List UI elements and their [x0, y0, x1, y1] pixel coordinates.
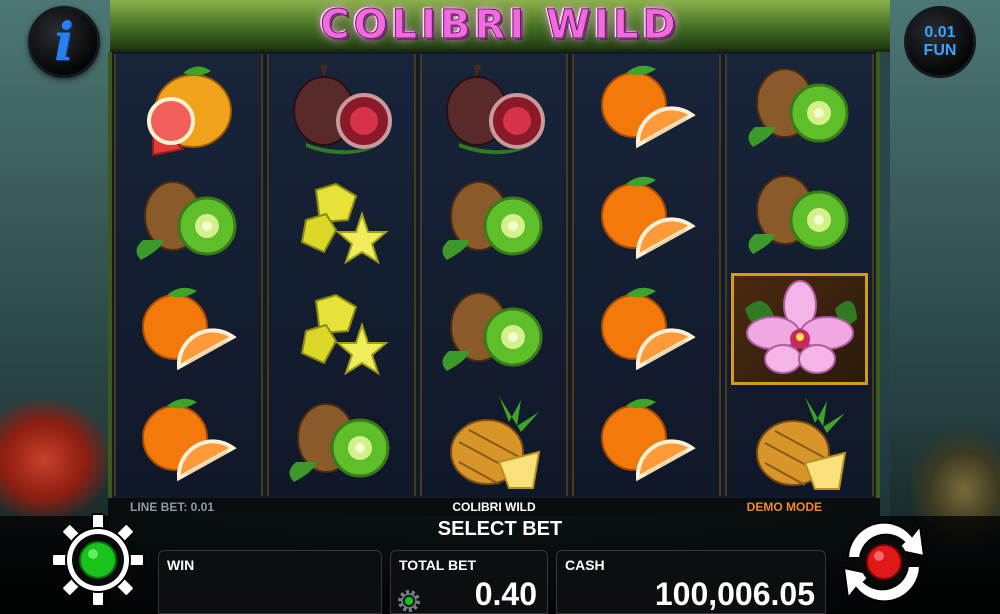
kiwi-icon [442, 291, 543, 371]
spin-button[interactable] [834, 514, 934, 610]
win-label: WIN [167, 557, 195, 573]
game-title: COLIBRI WILD [320, 1, 680, 48]
win-display: WIN [158, 550, 382, 614]
pineapple-icon [755, 397, 846, 491]
symbol-orange [574, 387, 719, 496]
symbol-orange [116, 387, 261, 496]
total-bet-value: 0.40 [474, 576, 537, 612]
symbol-kiwi [727, 162, 872, 268]
cash-value: 100,006.05 [654, 576, 815, 612]
reel-2 [266, 54, 416, 496]
title-banner: COLIBRI WILD [110, 0, 890, 52]
kiwi-icon [136, 180, 237, 260]
symbol-kiwi [422, 165, 567, 274]
kiwi-icon [289, 402, 390, 482]
total-bet-label: TOTAL BET [399, 557, 476, 573]
orange-icon [600, 176, 696, 259]
grapefruit-icon [147, 65, 233, 156]
orange-icon [142, 287, 238, 370]
symbol-fig [269, 54, 414, 163]
symbol-orange [574, 165, 719, 274]
denomination-value: 0.01 [924, 24, 956, 41]
orchid-wild-icon [744, 279, 857, 374]
reel-1 [114, 54, 263, 496]
starfruit-icon [301, 293, 389, 375]
symbol-orange [116, 276, 261, 385]
symbol-orchid-wild [731, 273, 868, 385]
red-flower-decoration [0, 400, 110, 520]
symbol-pineapple [422, 387, 567, 496]
symbol-kiwi [727, 54, 872, 160]
symbol-kiwi [269, 387, 414, 496]
orange-icon [600, 287, 696, 370]
kiwi-icon [442, 180, 543, 260]
symbol-starfruit [269, 276, 414, 385]
symbol-pineapple [727, 391, 872, 497]
symbol-starfruit [269, 165, 414, 274]
reel-4 [572, 54, 722, 496]
symbol-kiwi [116, 165, 261, 274]
cash-label: CASH [565, 557, 605, 573]
reels-area [108, 52, 880, 498]
symbol-kiwi [422, 276, 567, 385]
orange-icon [142, 398, 238, 481]
settings-gear-icon[interactable] [50, 512, 146, 608]
symbol-fig [422, 54, 567, 163]
cash-display: CASH 100,006.05 [556, 550, 826, 614]
fig-icon [293, 64, 393, 154]
orange-icon [600, 65, 696, 148]
symbol-orange [574, 276, 719, 385]
bet-gear-icon[interactable] [396, 588, 422, 614]
info-strip: LINE BET: 0.01 COLIBRI WILD DEMO MODE [108, 498, 880, 516]
kiwi-icon [748, 175, 849, 255]
denomination-currency: FUN [923, 42, 957, 59]
info-icon: i [54, 11, 74, 73]
pineapple-icon [449, 395, 541, 489]
info-button[interactable]: i [28, 6, 100, 78]
demo-mode-text: DEMO MODE [746, 500, 822, 514]
denomination-button[interactable]: 0.01 FUN [904, 6, 976, 78]
orange-icon [600, 398, 696, 481]
kiwi-icon [748, 67, 849, 147]
reel-3 [419, 54, 569, 496]
fig-icon [445, 64, 545, 154]
starfruit-icon [301, 182, 389, 264]
reel-5 [725, 54, 874, 496]
symbol-grapefruit [116, 54, 261, 163]
symbol-orange [574, 54, 719, 163]
